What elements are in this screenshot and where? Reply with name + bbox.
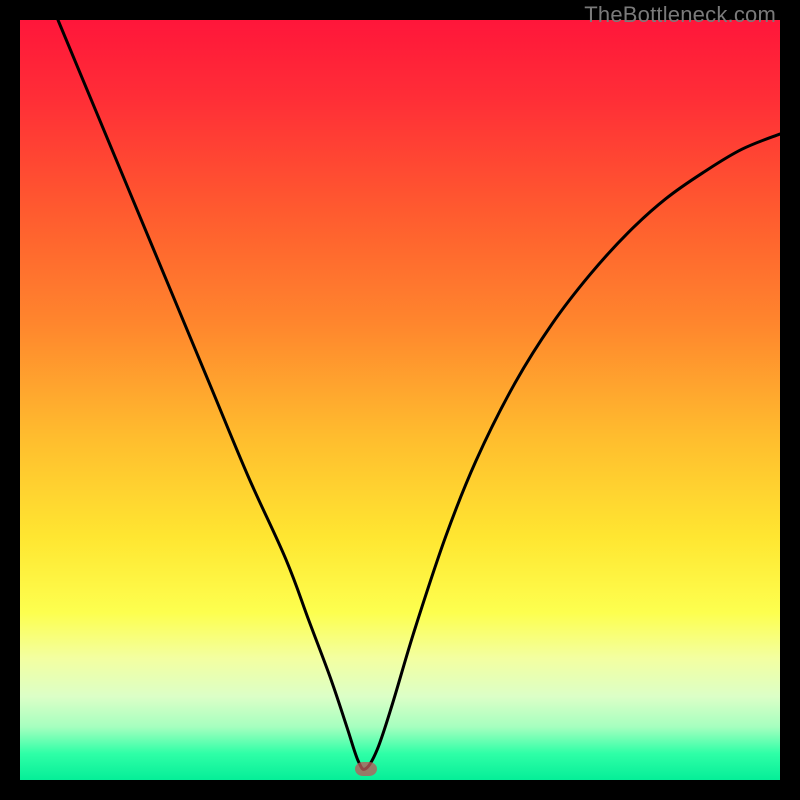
chart-frame: TheBottleneck.com [0,0,800,800]
watermark-text: TheBottleneck.com [584,2,776,28]
bottleneck-curve [20,20,780,780]
plot-area [20,20,780,780]
optimal-point-marker [355,762,377,776]
